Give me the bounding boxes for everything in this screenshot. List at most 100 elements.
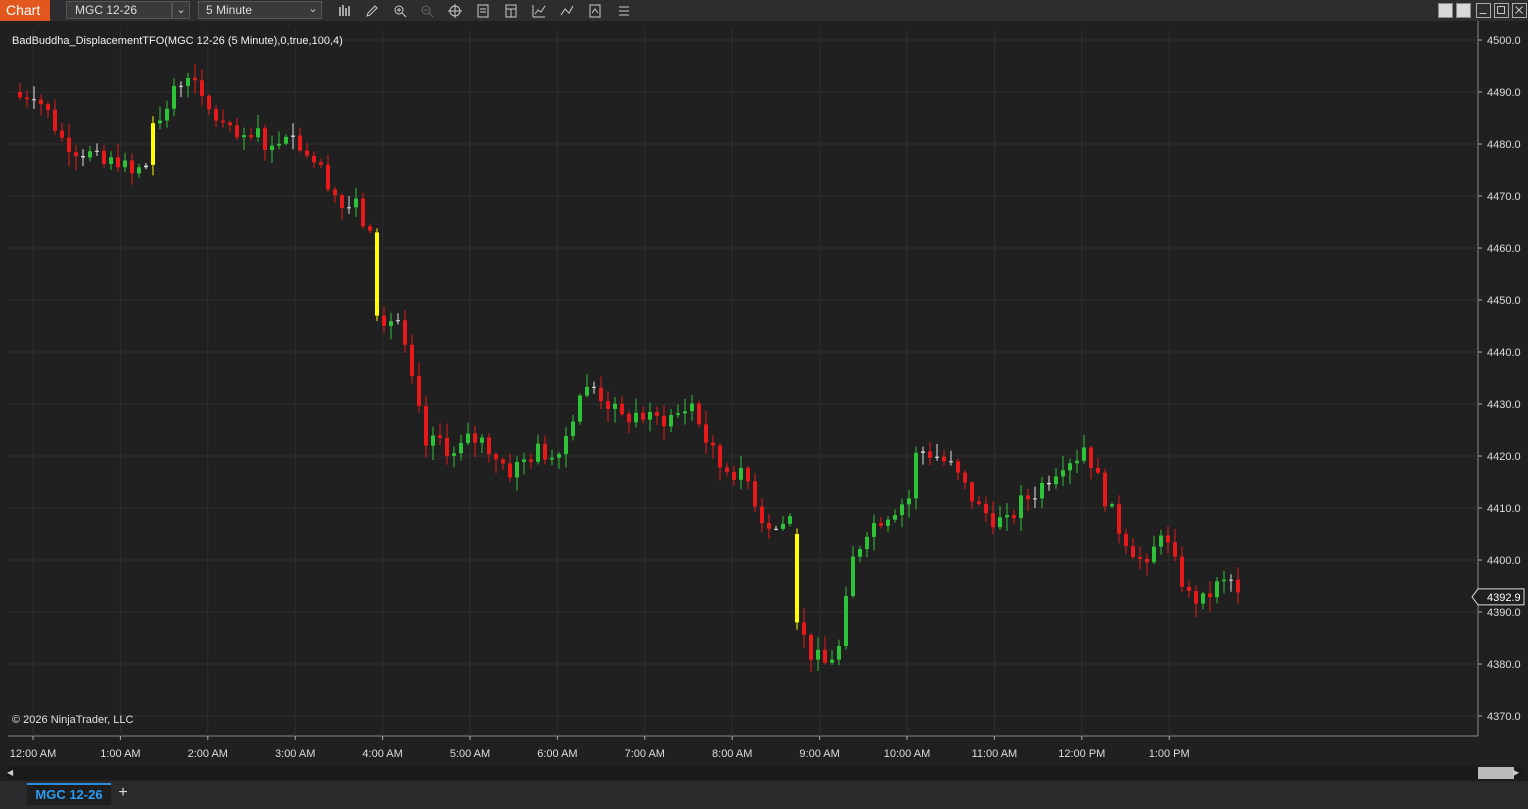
candle-body (970, 482, 974, 502)
candle-body (67, 137, 71, 153)
draw-pencil-icon[interactable] (363, 2, 381, 19)
strategies-icon[interactable] (530, 2, 548, 19)
candle-body (550, 457, 554, 460)
candle-body (1110, 504, 1114, 507)
price-tick-label: 4430.0 (1487, 399, 1521, 411)
tab-mgc-12-26[interactable]: MGC 12-26 (27, 783, 111, 805)
candle-body (333, 189, 337, 196)
candle-body (816, 649, 820, 660)
candle-body (879, 523, 883, 526)
price-tick-label: 4450.0 (1487, 295, 1521, 307)
time-tick-label: 7:00 AM (625, 748, 665, 760)
chart-window-title[interactable]: Chart (0, 0, 50, 21)
chart-plot-area[interactable]: 4500.0 4490.0 4480.0 4470.0 4460.0 4450.0 4440… (0, 21, 1528, 766)
candle-body (123, 160, 127, 168)
candle-body (914, 452, 918, 499)
properties-icon[interactable] (586, 2, 604, 19)
candle-body (242, 135, 246, 138)
candle-body (95, 150, 99, 152)
price-tick-label: 4420.0 (1487, 451, 1521, 463)
indicators-icon[interactable] (558, 2, 576, 19)
candle-body (557, 454, 561, 458)
menu-icon[interactable] (615, 2, 633, 19)
candle-body (641, 412, 645, 420)
close-icon[interactable] (1512, 3, 1527, 18)
candle-body (1215, 581, 1219, 598)
minimize-icon[interactable] (1476, 3, 1491, 18)
crosshair-icon[interactable] (446, 2, 464, 19)
candle-body (88, 151, 92, 158)
candle-body (158, 120, 162, 124)
candle-body (809, 634, 813, 660)
candle-body (494, 454, 498, 460)
candle-body (102, 150, 106, 164)
candle-body (60, 130, 64, 138)
candle-body (403, 320, 407, 345)
candle-body (39, 99, 43, 105)
candle-body (522, 459, 526, 463)
maximize-icon[interactable] (1494, 3, 1509, 18)
candle-body (977, 501, 981, 504)
candle-body (1019, 495, 1023, 519)
candle-body (718, 445, 722, 468)
candle-body (340, 195, 344, 208)
candle-body (844, 596, 848, 647)
candle-body (1068, 463, 1072, 471)
instrument-dropdown-button[interactable]: ⌄ (172, 1, 190, 19)
candle-body (585, 386, 589, 396)
candle-body (774, 528, 778, 530)
candle-body (501, 459, 505, 464)
time-tick-label: 11:00 AM (972, 748, 1018, 760)
candle-body (487, 437, 491, 455)
candle-body (1047, 482, 1051, 485)
candle-body (172, 85, 176, 109)
tile-icon[interactable] (1456, 3, 1471, 18)
candle-body (753, 481, 757, 507)
zoom-in-icon[interactable] (391, 2, 409, 19)
price-chart[interactable]: 4500.0 4490.0 4480.0 4470.0 4460.0 4450.0 4440… (0, 21, 1528, 766)
price-tick-label: 4480.0 (1487, 139, 1521, 151)
data-box-icon[interactable] (474, 2, 492, 19)
time-tick-label: 1:00 PM (1149, 748, 1190, 760)
time-tick-label: 10:00 AM (884, 748, 930, 760)
zoom-out-icon[interactable] (418, 2, 436, 19)
bar-style-icon[interactable] (336, 2, 354, 19)
candle-body (1054, 476, 1058, 485)
candle-body (81, 156, 85, 158)
scroll-right-icon[interactable]: ▶ (1513, 767, 1523, 779)
candle-body (228, 122, 232, 126)
templates-icon[interactable] (502, 2, 520, 19)
candle-body (725, 467, 729, 472)
candle-body (368, 226, 372, 231)
horizontal-scrollbar[interactable] (7, 767, 1523, 779)
candle-body (25, 97, 29, 100)
candle-body (466, 433, 470, 444)
time-tick-label: 12:00 PM (1058, 748, 1105, 760)
candle-body (74, 152, 78, 157)
candle-body (473, 433, 477, 443)
candle-body (1124, 533, 1128, 547)
scrollbar-thumb[interactable] (1478, 767, 1514, 779)
candle-body (1180, 556, 1184, 587)
candle-body (32, 99, 36, 101)
candle-body (739, 468, 743, 480)
candle-body (144, 165, 148, 168)
candle-body (319, 162, 323, 165)
candle-body (1089, 447, 1093, 468)
candle-body (1152, 546, 1156, 563)
candle-body (480, 437, 484, 443)
scroll-left-icon[interactable]: ◀ (7, 767, 17, 779)
candle-body (130, 160, 134, 174)
price-tick-label: 4410.0 (1487, 503, 1521, 515)
instrument-selector[interactable]: MGC 12-26 (66, 1, 172, 19)
restore-icon[interactable] (1438, 3, 1453, 18)
candle-body (1026, 495, 1030, 500)
candle-body (669, 415, 673, 427)
candle-body (1201, 593, 1205, 604)
candle-body (795, 534, 799, 623)
candle-body (1208, 593, 1212, 598)
chevron-down-icon: ⌄ (308, 3, 318, 15)
interval-dropdown-button[interactable]: ⌄ (304, 1, 322, 19)
add-tab-icon[interactable]: + (113, 783, 133, 805)
candle-body (186, 77, 190, 86)
